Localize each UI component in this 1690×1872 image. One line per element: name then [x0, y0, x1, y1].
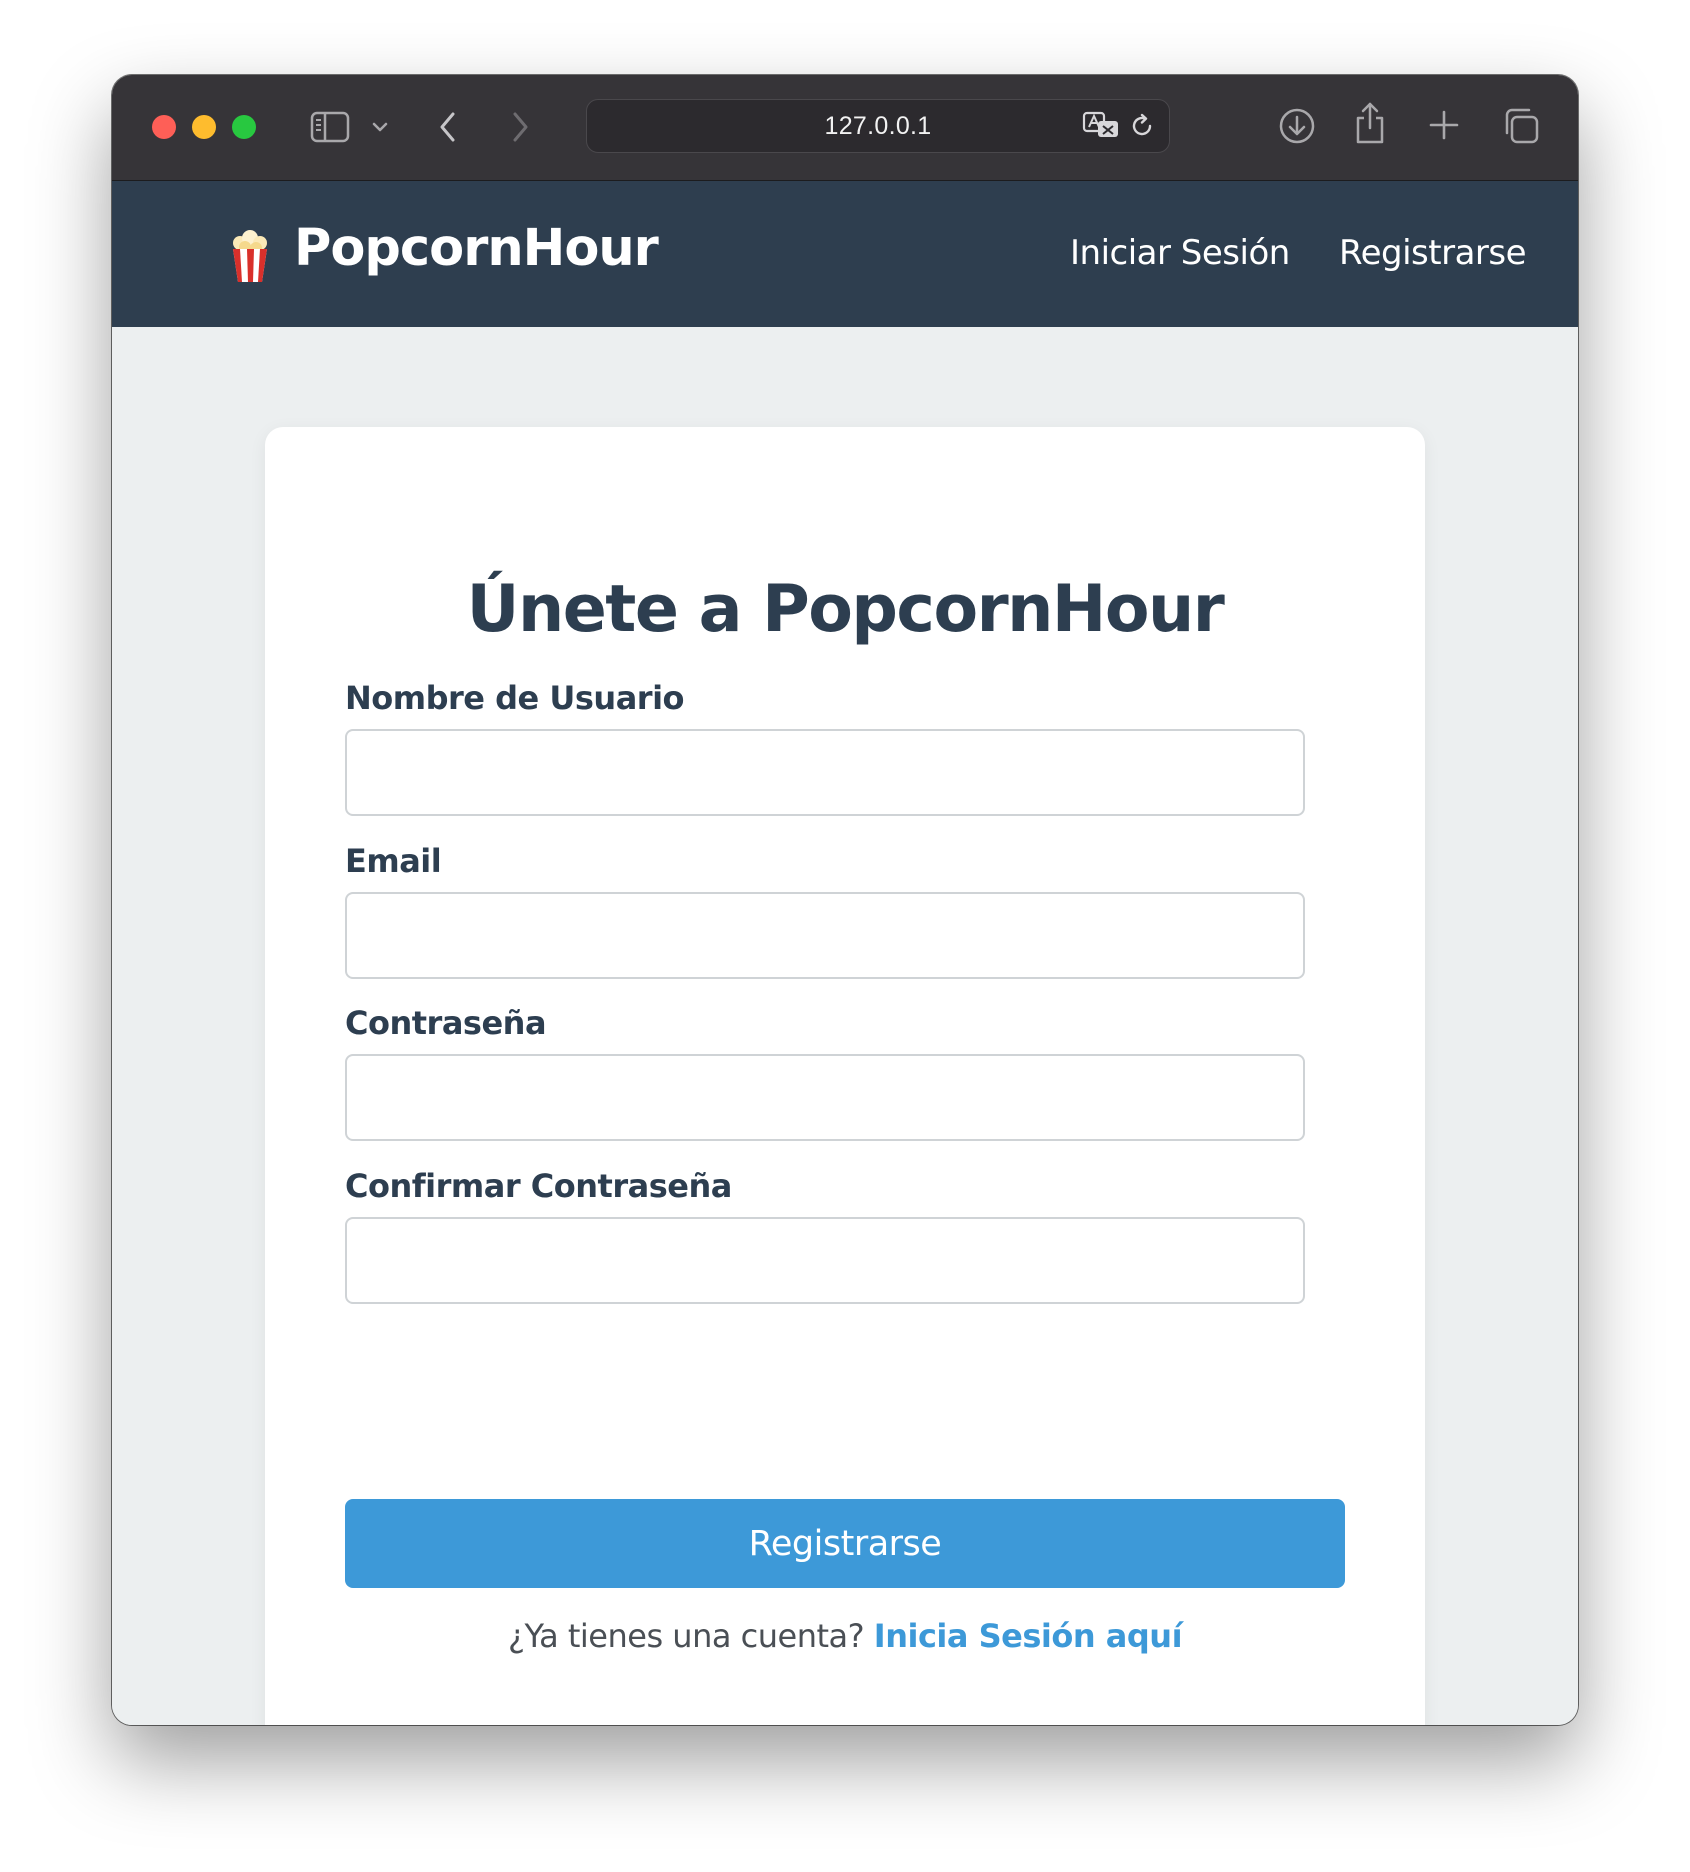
brand-name[interactable]: PopcornHour	[294, 219, 659, 278]
translate-icon[interactable]	[1081, 110, 1121, 142]
password-label: Contraseña	[345, 1004, 547, 1042]
page-content: Únete a PopcornHour Nombre de Usuario Em…	[112, 327, 1578, 1725]
new-tab-icon[interactable]	[1426, 107, 1462, 143]
site-navbar: PopcornHour Iniciar Sesión Registrarse	[112, 181, 1578, 327]
zoom-window-button[interactable]	[232, 115, 256, 139]
email-label: Email	[345, 842, 442, 880]
email-input[interactable]	[345, 892, 1305, 979]
page-title: Únete a PopcornHour	[466, 572, 1225, 647]
close-window-button[interactable]	[152, 115, 176, 139]
browser-toolbar: 127.0.0.1	[112, 75, 1578, 181]
share-icon[interactable]	[1352, 99, 1388, 147]
confirm-password-input[interactable]	[345, 1217, 1305, 1304]
nav-link-register[interactable]: Registrarse	[1339, 233, 1527, 273]
login-prompt-text: ¿Ya tienes una cuenta?	[507, 1617, 874, 1655]
tab-overview-icon[interactable]	[1500, 105, 1542, 147]
download-icon[interactable]	[1276, 105, 1318, 147]
minimize-window-button[interactable]	[192, 115, 216, 139]
password-input[interactable]	[345, 1054, 1305, 1141]
username-input[interactable]	[345, 729, 1305, 816]
login-prompt: ¿Ya tienes una cuenta? Inicia Sesión aqu…	[265, 1617, 1425, 1655]
login-link[interactable]: Inicia Sesión aquí	[874, 1617, 1183, 1655]
nav-link-login[interactable]: Iniciar Sesión	[1070, 233, 1290, 273]
username-label: Nombre de Usuario	[345, 679, 685, 717]
chevron-down-icon[interactable]	[370, 113, 390, 141]
popcorn-icon	[230, 229, 270, 283]
back-arrow-icon[interactable]	[434, 109, 462, 145]
confirm-password-label: Confirmar Contraseña	[345, 1167, 732, 1205]
register-submit-button[interactable]: Registrarse	[345, 1499, 1345, 1588]
register-card: Únete a PopcornHour Nombre de Usuario Em…	[265, 427, 1425, 1725]
sidebar-icon[interactable]	[308, 107, 352, 147]
browser-window: 127.0.0.1 PopcornHour Iniciar Sesión Reg…	[112, 75, 1578, 1725]
address-bar[interactable]: 127.0.0.1	[586, 99, 1170, 153]
forward-arrow-icon[interactable]	[506, 109, 534, 145]
reload-icon[interactable]	[1127, 111, 1157, 141]
